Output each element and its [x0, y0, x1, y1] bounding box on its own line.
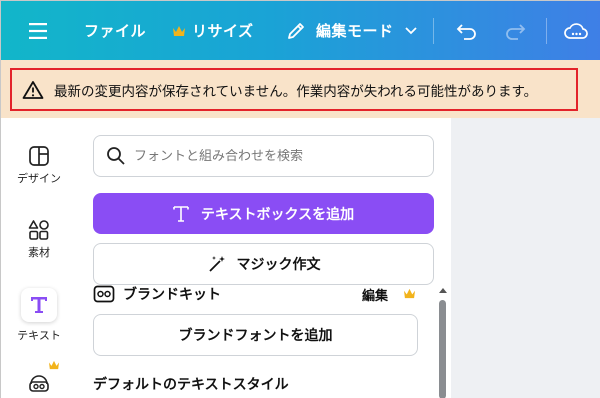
- undo-button[interactable]: [456, 1, 478, 60]
- edit-mode-dropdown[interactable]: 編集モード: [286, 1, 418, 60]
- menu-button[interactable]: [29, 1, 49, 60]
- cloud-sync-icon: [564, 22, 588, 39]
- canvas-area: [451, 118, 600, 398]
- font-search-input[interactable]: [134, 148, 414, 164]
- rail-item-text[interactable]: テキスト: [1, 288, 77, 343]
- add-brand-font-label: ブランドフォントを追加: [178, 328, 333, 344]
- top-bar: ファイル リサイズ 編集モード: [1, 1, 600, 60]
- rail-item-elements[interactable]: 素材: [1, 216, 77, 260]
- rail-item-design[interactable]: デザイン: [1, 142, 77, 186]
- rail-label-design: デザイン: [17, 172, 61, 185]
- text-t-icon: [173, 205, 189, 222]
- add-textbox-label: テキストボックスを追加: [200, 206, 355, 223]
- redo-icon: [506, 23, 526, 40]
- menu-icon: [29, 22, 47, 39]
- brand-kit-row: ブランドキット 編集: [93, 283, 423, 305]
- warning-message: 最新の変更内容が保存されていません。作業内容が失われる可能性があります。: [54, 83, 538, 100]
- font-search-box[interactable]: [93, 135, 434, 177]
- file-menu-button[interactable]: ファイル: [84, 1, 146, 60]
- text-icon: [31, 297, 47, 313]
- resize-button[interactable]: リサイズ: [172, 1, 254, 60]
- elements-icon: [1, 216, 77, 244]
- chevron-down-icon: [404, 26, 417, 34]
- brand-kit-icon: [93, 285, 115, 303]
- pencil-icon: [288, 22, 304, 39]
- resize-label: リサイズ: [192, 22, 254, 40]
- design-icon: [1, 142, 77, 170]
- brand-kit-title: ブランドキット: [123, 287, 221, 303]
- search-icon: [107, 147, 125, 165]
- crown-icon: [173, 25, 185, 36]
- brand-icon: [29, 375, 49, 392]
- default-text-styles-heading: デフォルトのテキストスタイル: [93, 377, 289, 393]
- rail-label-elements: 素材: [28, 246, 50, 259]
- redo-button[interactable]: [504, 1, 526, 60]
- scrollbar-thumb[interactable]: [439, 300, 446, 398]
- magic-write-label: マジック作文: [236, 257, 321, 273]
- add-textbox-button[interactable]: テキストボックスを追加: [93, 193, 434, 234]
- brand-kit-edit-link[interactable]: 編集: [362, 285, 388, 304]
- rail-label-text: テキスト: [17, 329, 61, 342]
- cloud-sync-button[interactable]: [564, 1, 588, 60]
- crown-icon: [49, 360, 59, 370]
- magic-write-button[interactable]: マジック作文: [93, 243, 434, 285]
- add-brand-font-button[interactable]: ブランドフォントを追加: [93, 314, 418, 356]
- left-rail: デザイン 素材 テキスト: [1, 118, 77, 398]
- crown-icon: [404, 288, 415, 299]
- magic-wand-icon: [208, 256, 225, 272]
- undo-icon: [456, 23, 476, 40]
- file-menu-label: ファイル: [84, 22, 147, 40]
- scroll-up-arrow-icon[interactable]: [438, 286, 448, 294]
- panel-scrollbar[interactable]: [437, 286, 447, 398]
- warning-icon: [22, 80, 44, 99]
- unsaved-warning-banner: 最新の変更内容が保存されていません。作業内容が失われる可能性があります。: [10, 68, 578, 111]
- edit-mode-label: 編集モード: [316, 22, 394, 40]
- header-divider: [546, 18, 547, 44]
- header-divider: [433, 18, 434, 44]
- text-rail-icon-box: [21, 288, 57, 322]
